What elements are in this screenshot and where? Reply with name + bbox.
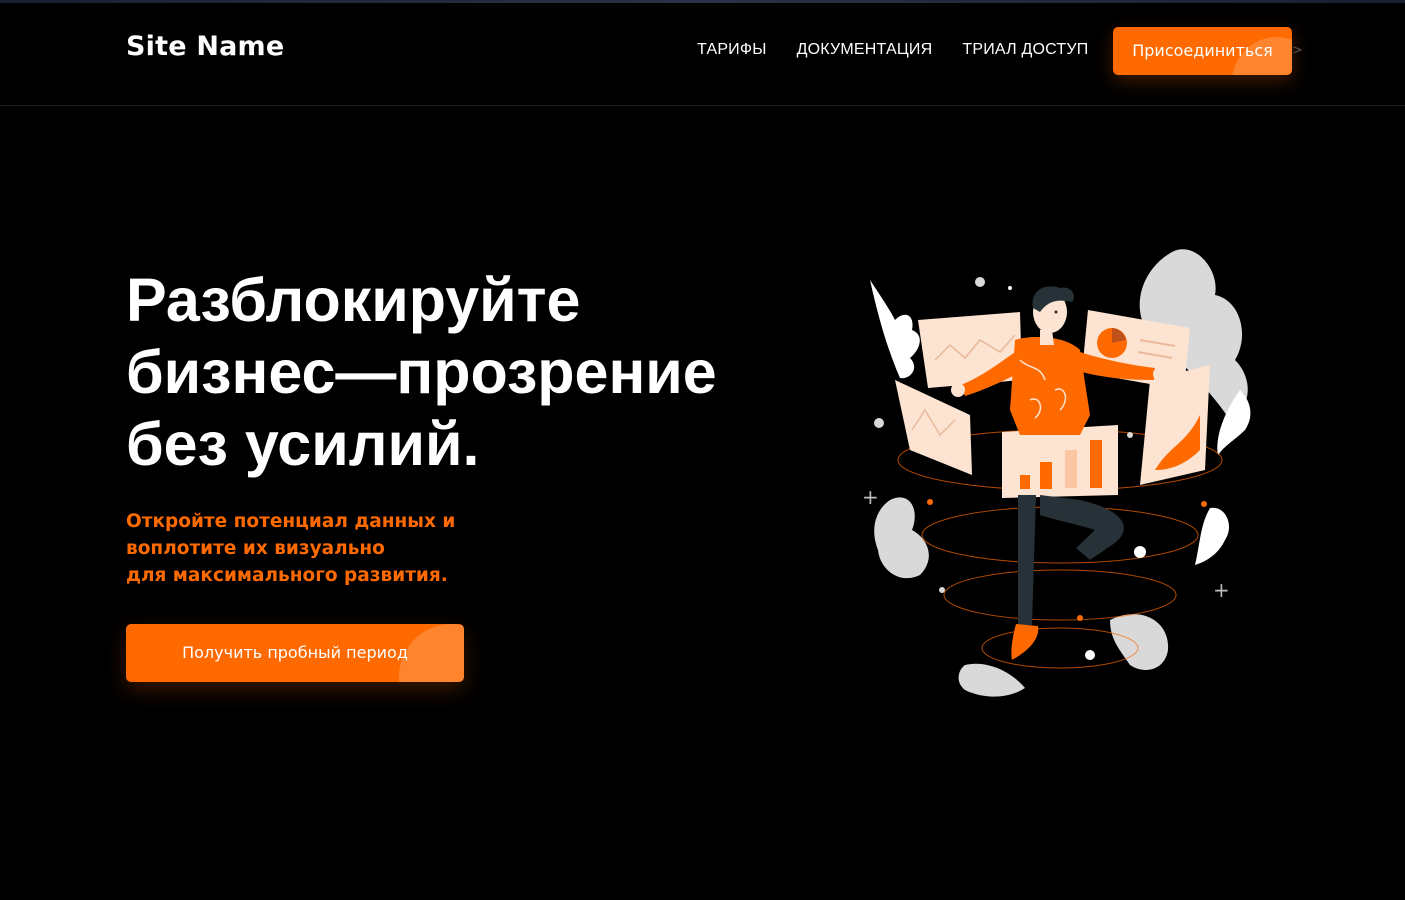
dashboard-panel <box>1002 425 1118 498</box>
chevron-right-icon: > <box>1292 43 1303 58</box>
hero-subtitle: Откройте потенциал данных и воплотите их… <box>126 508 546 589</box>
hero-subtitle-line: для максимального развития. <box>126 565 448 586</box>
join-button-label: Присоединиться <box>1132 41 1273 60</box>
person-with-data-dashboards-illustration: + + <box>862 249 1251 697</box>
orbit-ring <box>943 569 1177 621</box>
hero-subtitle-line: воплотите их визуально <box>126 538 385 559</box>
hero-title-line: бизнес—прозрение <box>126 338 717 406</box>
hero-title-line: Разблокируйте <box>126 266 581 334</box>
hero-title: Разблокируйте бизнес—прозрение без усили… <box>126 264 766 480</box>
nav-link-trial-access[interactable]: ТРИАЛ ДОСТУП <box>962 41 1088 59</box>
dashboard-panel <box>1140 365 1210 485</box>
site-header: Site Name ТАРИФЫ ДОКУМЕНТАЦИЯ ТРИАЛ ДОСТ… <box>0 3 1405 106</box>
decor-dot <box>939 587 945 593</box>
site-logo[interactable]: Site Name <box>126 31 284 62</box>
hero-title-line: без усилий. <box>126 410 480 478</box>
leaf-shape <box>874 497 929 579</box>
decor-dot <box>1201 501 1207 507</box>
hero-subtitle-line: Откройте потенциал данных и <box>126 511 456 532</box>
sparkle-icon: + <box>862 485 879 509</box>
nav-link-pricing[interactable]: ТАРИФЫ <box>697 41 767 59</box>
decor-dot <box>1134 546 1146 558</box>
orbit-ring <box>981 627 1139 669</box>
leaf-shape <box>958 663 1025 697</box>
decor-dot <box>1077 615 1083 621</box>
sparkle-icon: + <box>1213 578 1230 602</box>
decor-dot <box>1085 650 1095 660</box>
decor-dot <box>874 418 884 428</box>
leaf-shape <box>1195 507 1230 565</box>
decor-dot <box>927 499 933 505</box>
leaf-shape <box>870 280 920 379</box>
decor-dot <box>975 277 985 287</box>
get-trial-button-label: Получить пробный период <box>182 643 408 662</box>
join-button[interactable]: Присоединиться <box>1113 27 1292 75</box>
main-nav: ТАРИФЫ ДОКУМЕНТАЦИЯ ТРИАЛ ДОСТУП <box>697 41 1088 59</box>
get-trial-button[interactable]: Получить пробный период <box>126 624 464 682</box>
decor-dot <box>1008 286 1012 290</box>
decor-dot <box>1127 432 1133 438</box>
nav-link-documentation[interactable]: ДОКУМЕНТАЦИЯ <box>797 41 933 59</box>
